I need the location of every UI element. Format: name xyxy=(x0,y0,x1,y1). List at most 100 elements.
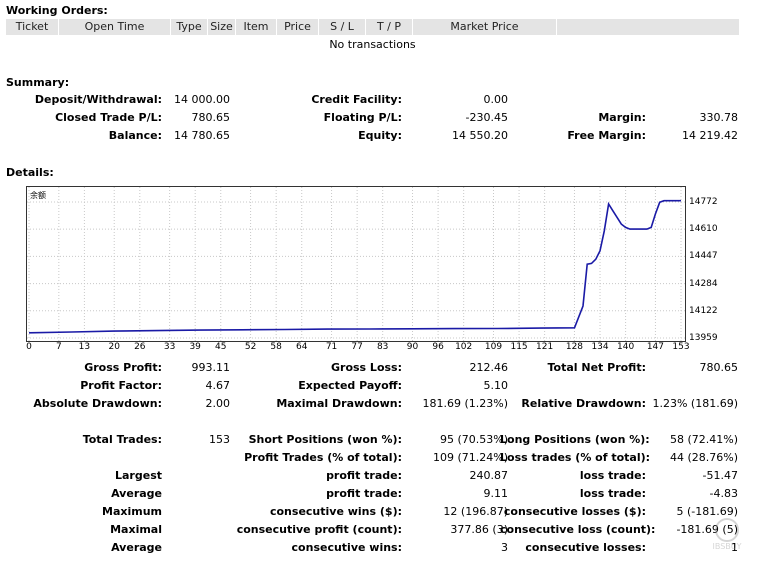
gross-profit-label: Gross Profit: xyxy=(84,361,162,374)
x-tick-label: 0 xyxy=(26,342,32,352)
profit-factor-value: 4.67 xyxy=(205,379,231,392)
margin-value: 330.78 xyxy=(699,111,739,124)
col-price[interactable]: Price xyxy=(277,19,319,35)
avg-consecutive-losses-label: consecutive losses: xyxy=(525,541,646,554)
short-positions-value: 95 (70.53%) xyxy=(439,433,508,446)
max-consecutive-wins-label: consecutive wins ($): xyxy=(269,505,402,518)
average-profit-value: 9.11 xyxy=(483,487,509,500)
largest-profit-value: 240.87 xyxy=(469,469,509,482)
total-net-profit-label: Total Net Profit: xyxy=(547,361,647,374)
closed-pl-value: 780.65 xyxy=(191,111,231,124)
maximal-drawdown-value: 181.69 (1.23%) xyxy=(422,397,508,410)
credit-value: 0.00 xyxy=(483,93,509,106)
total-net-profit-value: 780.65 xyxy=(699,361,739,374)
total-trades-value: 153 xyxy=(209,433,230,446)
col-open-time[interactable]: Open Time xyxy=(59,19,171,35)
equity-value: 14 550.20 xyxy=(452,129,508,142)
y-tick-label: 14284 xyxy=(689,278,718,289)
absolute-drawdown-label: Absolute Drawdown: xyxy=(33,397,162,410)
x-tick-label: 83 xyxy=(376,342,389,352)
x-tick-label: 77 xyxy=(351,342,363,352)
x-tick-label: 26 xyxy=(134,342,146,352)
y-tick-label: 13959 xyxy=(689,333,718,343)
col-tp[interactable]: T / P xyxy=(366,19,413,35)
avg-consecutive-wins-value: 3 xyxy=(501,541,508,554)
deposit-label: Deposit/Withdrawal: xyxy=(34,93,162,106)
free-margin-value: 14 219.42 xyxy=(682,129,738,142)
average-loss-value: -4.83 xyxy=(709,487,738,500)
x-tick-label: 153 xyxy=(672,342,690,352)
col-item[interactable]: Item xyxy=(236,19,277,35)
col-sl[interactable]: S / L xyxy=(319,19,366,35)
floating-pl-value: -230.45 xyxy=(465,111,508,124)
x-tick-label: 13 xyxy=(78,342,91,352)
x-tick-label: 109 xyxy=(484,342,503,352)
col-blank xyxy=(557,19,739,35)
y-tick-label: 14610 xyxy=(689,224,718,235)
largest-label: Largest xyxy=(115,469,162,482)
avg-consecutive-wins-label: consecutive wins: xyxy=(291,541,402,554)
summary-title: Summary: xyxy=(6,76,70,89)
x-tick-label: 140 xyxy=(617,342,635,352)
max-consecutive-losses-label: consecutive losses ($): xyxy=(503,505,646,518)
profit-trades-value: 109 (71.24%) xyxy=(432,451,508,464)
profit-factor-label: Profit Factor: xyxy=(80,379,162,392)
x-tick-label: 90 xyxy=(406,342,419,352)
y-tick-label: 14772 xyxy=(689,197,718,207)
average-label: Average xyxy=(111,487,162,500)
x-tick-label: 147 xyxy=(646,342,665,352)
col-market-price[interactable]: Market Price xyxy=(413,19,557,35)
x-tick-label: 58 xyxy=(270,342,282,352)
balance-chart xyxy=(26,186,686,342)
deposit-value: 14 000.00 xyxy=(174,93,230,106)
x-tick-label: 20 xyxy=(108,342,120,352)
closed-pl-label: Closed Trade P/L: xyxy=(55,111,162,124)
loss-trades-label: Loss trades (% of total): xyxy=(500,451,651,464)
short-positions-label: Short Positions (won %): xyxy=(248,433,402,446)
x-tick-label: 71 xyxy=(325,342,338,352)
col-size[interactable]: Size xyxy=(208,19,236,35)
x-tick-label: 115 xyxy=(510,342,528,352)
x-tick-label: 39 xyxy=(189,342,201,352)
maximal-consecutive-profit-value: 377.86 (3) xyxy=(450,523,508,536)
free-margin-label: Free Margin: xyxy=(567,129,646,142)
details-title: Details: xyxy=(6,166,54,179)
loss-trades-value: 44 (28.76%) xyxy=(669,451,738,464)
watermark-text: IBSBUY xyxy=(712,542,741,551)
x-tick-label: 121 xyxy=(536,342,554,352)
balance-chart-svg xyxy=(27,187,685,341)
largest-loss-value: -51.47 xyxy=(702,469,738,482)
largest-profit-label: profit trade: xyxy=(326,469,402,482)
average-loss-label: loss trade: xyxy=(579,487,646,500)
y-tick-label: 14122 xyxy=(689,305,718,316)
maximal-drawdown-label: Maximal Drawdown: xyxy=(276,397,402,410)
credit-label: Credit Facility: xyxy=(311,93,402,106)
balance-value: 14 780.65 xyxy=(174,129,230,142)
col-ticket[interactable]: Ticket xyxy=(6,19,59,35)
orders-table-header: Ticket Open Time Type Size Item Price S … xyxy=(6,19,739,35)
x-tick-label: 45 xyxy=(215,342,227,352)
gross-loss-value: 212.46 xyxy=(469,361,509,374)
x-tick-label: 128 xyxy=(565,342,584,352)
balance-label: Balance: xyxy=(108,129,162,142)
average-consecutive-label: Average xyxy=(111,541,162,554)
long-positions-value: 58 (72.41%) xyxy=(669,433,738,446)
margin-label: Margin: xyxy=(598,111,646,124)
maximal-consecutive-loss-label: consecutive loss (count): xyxy=(500,523,656,536)
relative-drawdown-value: 1.23% (181.69) xyxy=(652,397,738,410)
maximal-consecutive-profit-label: consecutive profit (count): xyxy=(236,523,402,536)
x-tick-label: 7 xyxy=(55,342,62,352)
maximum-label: Maximum xyxy=(102,505,162,518)
largest-loss-label: loss trade: xyxy=(579,469,646,482)
absolute-drawdown-value: 2.00 xyxy=(205,397,231,410)
gross-loss-label: Gross Loss: xyxy=(331,361,402,374)
col-type[interactable]: Type xyxy=(171,19,208,35)
empty-orders-text: No transactions xyxy=(329,38,416,51)
max-consecutive-wins-value: 12 (196.87) xyxy=(443,505,508,518)
maximal-label: Maximal xyxy=(110,523,162,536)
expected-payoff-label: Expected Payoff: xyxy=(298,379,402,392)
total-trades-label: Total Trades: xyxy=(82,433,162,446)
floating-pl-label: Floating P/L: xyxy=(323,111,402,124)
relative-drawdown-label: Relative Drawdown: xyxy=(521,397,646,410)
x-tick-label: 33 xyxy=(163,342,176,352)
